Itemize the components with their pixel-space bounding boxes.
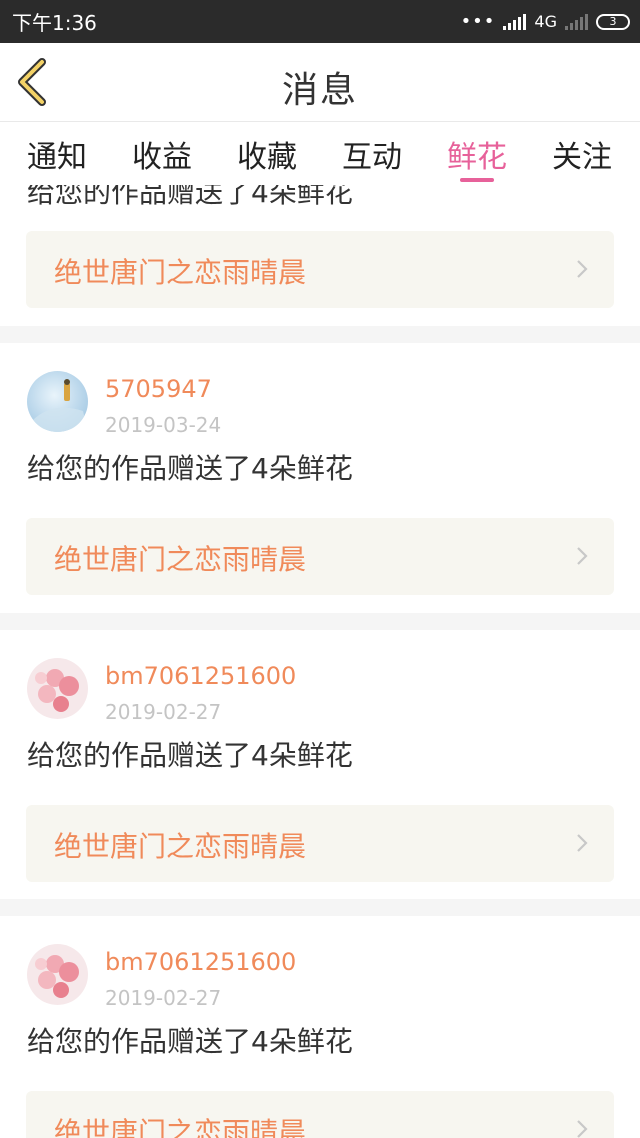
work-link[interactable]: 绝世唐门之恋雨晴晨	[26, 518, 614, 595]
signal-2-icon	[565, 13, 588, 30]
divider	[0, 326, 640, 343]
avatar[interactable]	[27, 371, 88, 432]
message-text: 给您的作品赠送了4朵鲜花	[27, 185, 353, 209]
work-link[interactable]: 绝世唐门之恋雨晴晨	[26, 1091, 614, 1138]
more-dots-icon: •••	[460, 11, 496, 32]
message-list[interactable]: 给您的作品赠送了4朵鲜花 绝世唐门之恋雨晴晨 5705947 2019-03-2…	[0, 185, 640, 1138]
list-item: 5705947 2019-03-24 给您的作品赠送了4朵鲜花 绝世唐门之恋雨晴…	[0, 343, 640, 611]
status-icons: ••• 4G 3	[461, 11, 630, 32]
message-text: 给您的作品赠送了4朵鲜花	[27, 1025, 353, 1058]
username[interactable]: bm7061251600	[105, 662, 296, 690]
tab-following[interactable]: 关注	[552, 132, 612, 176]
username[interactable]: 5705947	[105, 375, 212, 403]
message-text: 给您的作品赠送了4朵鲜花	[27, 452, 353, 485]
chevron-right-icon	[577, 547, 588, 565]
list-item: bm7061251600 2019-02-27 给您的作品赠送了4朵鲜花 绝世唐…	[0, 916, 640, 1138]
header: 消息	[0, 43, 640, 121]
list-item: bm7061251600 2019-02-27 给您的作品赠送了4朵鲜花 绝世唐…	[0, 630, 640, 898]
message-date: 2019-02-27	[105, 700, 222, 724]
chevron-right-icon	[577, 1120, 588, 1138]
signal-icon	[503, 13, 527, 30]
network-label: 4G	[534, 12, 557, 31]
message-date: 2019-02-27	[105, 986, 222, 1010]
page-title: 消息	[281, 70, 358, 111]
tab-bar: 通知 收益 收藏 互动 鲜花 关注	[0, 121, 640, 185]
work-link[interactable]: 绝世唐门之恋雨晴晨	[26, 231, 614, 308]
avatar[interactable]	[27, 944, 88, 1005]
tab-earnings[interactable]: 收益	[132, 132, 192, 176]
message-date: 2019-03-24	[105, 413, 222, 437]
username[interactable]: bm7061251600	[105, 948, 296, 976]
message-text: 给您的作品赠送了4朵鲜花	[27, 739, 353, 772]
chevron-right-icon	[577, 834, 588, 852]
tab-interaction[interactable]: 互动	[342, 132, 402, 176]
status-time: 下午1:36	[12, 11, 97, 35]
status-bar: 下午1:36 ••• 4G 3	[0, 0, 640, 43]
work-title: 绝世唐门之恋雨晴晨	[54, 256, 307, 289]
divider	[0, 613, 640, 630]
work-link[interactable]: 绝世唐门之恋雨晴晨	[26, 805, 614, 882]
list-item: 给您的作品赠送了4朵鲜花 绝世唐门之恋雨晴晨	[0, 185, 640, 325]
battery-level: 3	[609, 15, 617, 28]
tab-notifications[interactable]: 通知	[27, 132, 87, 176]
work-title: 绝世唐门之恋雨晴晨	[54, 830, 307, 863]
work-title: 绝世唐门之恋雨晴晨	[54, 543, 307, 576]
tab-favorites[interactable]: 收藏	[237, 132, 297, 176]
divider	[0, 899, 640, 916]
tab-flowers[interactable]: 鲜花	[447, 132, 507, 176]
battery-icon: 3	[596, 13, 630, 30]
chevron-right-icon	[577, 260, 588, 278]
active-tab-indicator	[460, 178, 494, 182]
work-title: 绝世唐门之恋雨晴晨	[54, 1116, 307, 1138]
avatar[interactable]	[27, 658, 88, 719]
